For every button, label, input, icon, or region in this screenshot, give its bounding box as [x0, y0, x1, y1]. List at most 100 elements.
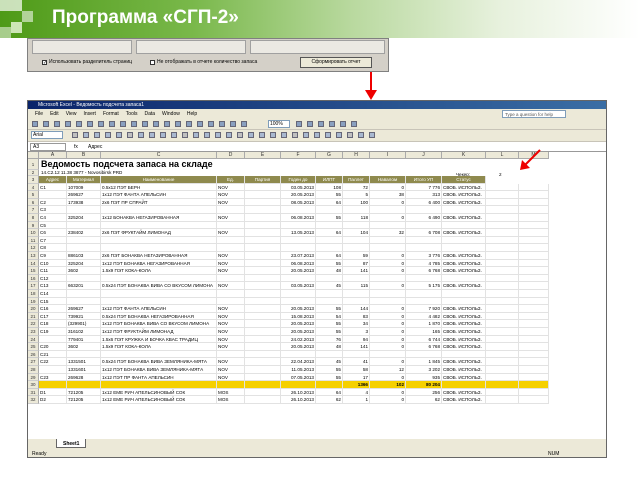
format-button-icon[interactable]: [325, 132, 331, 138]
empty-cell[interactable]: [486, 221, 519, 230]
empty-cell[interactable]: [519, 335, 549, 344]
empty-cell[interactable]: [486, 328, 519, 336]
format-button-icon[interactable]: [138, 132, 144, 138]
table-cell[interactable]: [406, 221, 442, 230]
table-cell[interactable]: [67, 350, 101, 359]
table-cell[interactable]: 118: [343, 214, 370, 222]
empty-cell[interactable]: [486, 191, 519, 199]
row-header[interactable]: 6: [28, 198, 39, 207]
empty-cell[interactable]: [519, 282, 549, 290]
table-cell[interactable]: 48: [316, 343, 343, 351]
table-cell[interactable]: 55: [316, 305, 343, 313]
table-cell[interactable]: СВОБ. ИСПОЛЬЗ.: [442, 191, 486, 199]
table-cell[interactable]: 55: [316, 320, 343, 328]
table-cell[interactable]: 316102: [67, 328, 101, 336]
table-cell[interactable]: [370, 274, 406, 283]
toolbar-button-icon[interactable]: [318, 121, 324, 127]
format-button-icon[interactable]: [72, 132, 78, 138]
toolbar-button-icon[interactable]: [340, 121, 346, 127]
table-cell[interactable]: 6 744: [406, 335, 442, 344]
row-header[interactable]: 16: [28, 274, 39, 283]
empty-cell[interactable]: [519, 191, 549, 199]
format-button-icon[interactable]: [248, 132, 254, 138]
table-cell[interactable]: 0: [370, 214, 406, 222]
table-cell[interactable]: [406, 290, 442, 298]
column-header[interactable]: L: [486, 152, 519, 159]
empty-cell[interactable]: [486, 236, 519, 245]
format-button-icon[interactable]: [171, 132, 177, 138]
table-cell[interactable]: [245, 229, 281, 237]
table-cell[interactable]: [67, 274, 101, 283]
table-cell[interactable]: C14: [39, 290, 67, 298]
row-header[interactable]: 3: [28, 176, 39, 184]
empty-cell[interactable]: [519, 328, 549, 336]
table-cell[interactable]: [101, 290, 217, 298]
toolbar-button-icon[interactable]: [351, 121, 357, 127]
table-cell[interactable]: 87: [343, 259, 370, 268]
table-cell[interactable]: C5: [39, 221, 67, 230]
empty-cell[interactable]: [519, 236, 549, 245]
table-cell[interactable]: 22.04.2013: [281, 358, 316, 366]
header-cell[interactable]: Навалом: [370, 176, 406, 184]
format-button-icon[interactable]: [204, 132, 210, 138]
row-header[interactable]: 25: [28, 343, 39, 351]
row-header[interactable]: 19: [28, 297, 39, 306]
empty-cell[interactable]: [519, 214, 549, 222]
empty-cell[interactable]: [486, 350, 519, 359]
table-cell[interactable]: 20.05.2013: [281, 191, 316, 199]
table-cell[interactable]: [101, 381, 217, 389]
table-cell[interactable]: 55: [316, 214, 343, 222]
empty-cell[interactable]: [519, 312, 549, 321]
table-cell[interactable]: [406, 206, 442, 214]
table-cell[interactable]: C21: [39, 350, 67, 359]
format-button-icon[interactable]: [215, 132, 221, 138]
format-button-icon[interactable]: [281, 132, 287, 138]
table-cell[interactable]: 2x6 ПЭТ ФРУКТАЙМ ЛИМОНАД: [101, 229, 217, 237]
table-cell[interactable]: 0.5x24 ПЭТ БОНАКВА ВИВА ЗЕМЛЯНИКА-МЯТА: [101, 358, 217, 366]
table-cell[interactable]: NOV: [217, 343, 245, 351]
table-cell[interactable]: C16: [39, 305, 67, 313]
header-cell[interactable]: Годен до: [281, 176, 316, 184]
table-cell[interactable]: [245, 297, 281, 306]
table-cell[interactable]: [67, 236, 101, 245]
table-cell[interactable]: 0: [370, 343, 406, 351]
table-cell[interactable]: 45: [316, 282, 343, 290]
table-cell[interactable]: C4: [39, 214, 67, 222]
menu-item-help[interactable]: Help: [187, 111, 197, 117]
toolbar-button-icon[interactable]: [219, 121, 225, 127]
table-cell[interactable]: 0: [370, 252, 406, 260]
row-header[interactable]: 11: [28, 236, 39, 245]
table-cell[interactable]: 173938: [67, 198, 101, 207]
table-cell[interactable]: [245, 274, 281, 283]
header-cell[interactable]: ИЛПТ: [316, 176, 343, 184]
table-cell[interactable]: [245, 373, 281, 382]
format-button-icon[interactable]: [270, 132, 276, 138]
table-cell[interactable]: СВОБ. ИСПОЛЬЗ.: [442, 214, 486, 222]
table-cell[interactable]: 0: [370, 396, 406, 404]
table-cell[interactable]: NOV: [217, 335, 245, 344]
table-cell[interactable]: СВОБ. ИСПОЛЬЗ.: [442, 252, 486, 260]
row-header[interactable]: 26: [28, 350, 39, 359]
table-cell[interactable]: [67, 290, 101, 298]
row-header[interactable]: 10: [28, 229, 39, 237]
toolbar-button-icon[interactable]: [120, 121, 126, 127]
table-cell[interactable]: 1 870: [406, 320, 442, 328]
table-cell[interactable]: 1x12 ПЭТ ПР ФАНТА АПЕЛЬСИН: [101, 373, 217, 382]
table-cell[interactable]: 1x12 ПЭТ БОНАКВА ВИВА СО ВКУСОМ ЛИМОНА: [101, 320, 217, 328]
table-cell[interactable]: СВОБ. ИСПОЛЬЗ.: [442, 305, 486, 313]
table-cell[interactable]: 1x12 ПЭТ ФАНТА АПЕЛЬСИН: [101, 305, 217, 313]
menu-item-insert[interactable]: Insert: [83, 111, 96, 117]
menu-item-format[interactable]: Format: [103, 111, 119, 117]
toolbar-button-icon[interactable]: [109, 121, 115, 127]
table-cell[interactable]: 108: [316, 183, 343, 192]
header-cell[interactable]: Паллет: [343, 176, 370, 184]
table-cell[interactable]: C11: [39, 267, 67, 275]
row-header[interactable]: 32: [28, 396, 39, 404]
menu-item-edit[interactable]: Edit: [50, 111, 59, 117]
row-header[interactable]: 5: [28, 191, 39, 199]
table-cell[interactable]: C18: [39, 320, 67, 328]
table-cell[interactable]: NOV: [217, 328, 245, 336]
zoom-select[interactable]: 100%: [268, 120, 290, 128]
table-cell[interactable]: NOV: [217, 267, 245, 275]
empty-cell[interactable]: [519, 198, 549, 207]
